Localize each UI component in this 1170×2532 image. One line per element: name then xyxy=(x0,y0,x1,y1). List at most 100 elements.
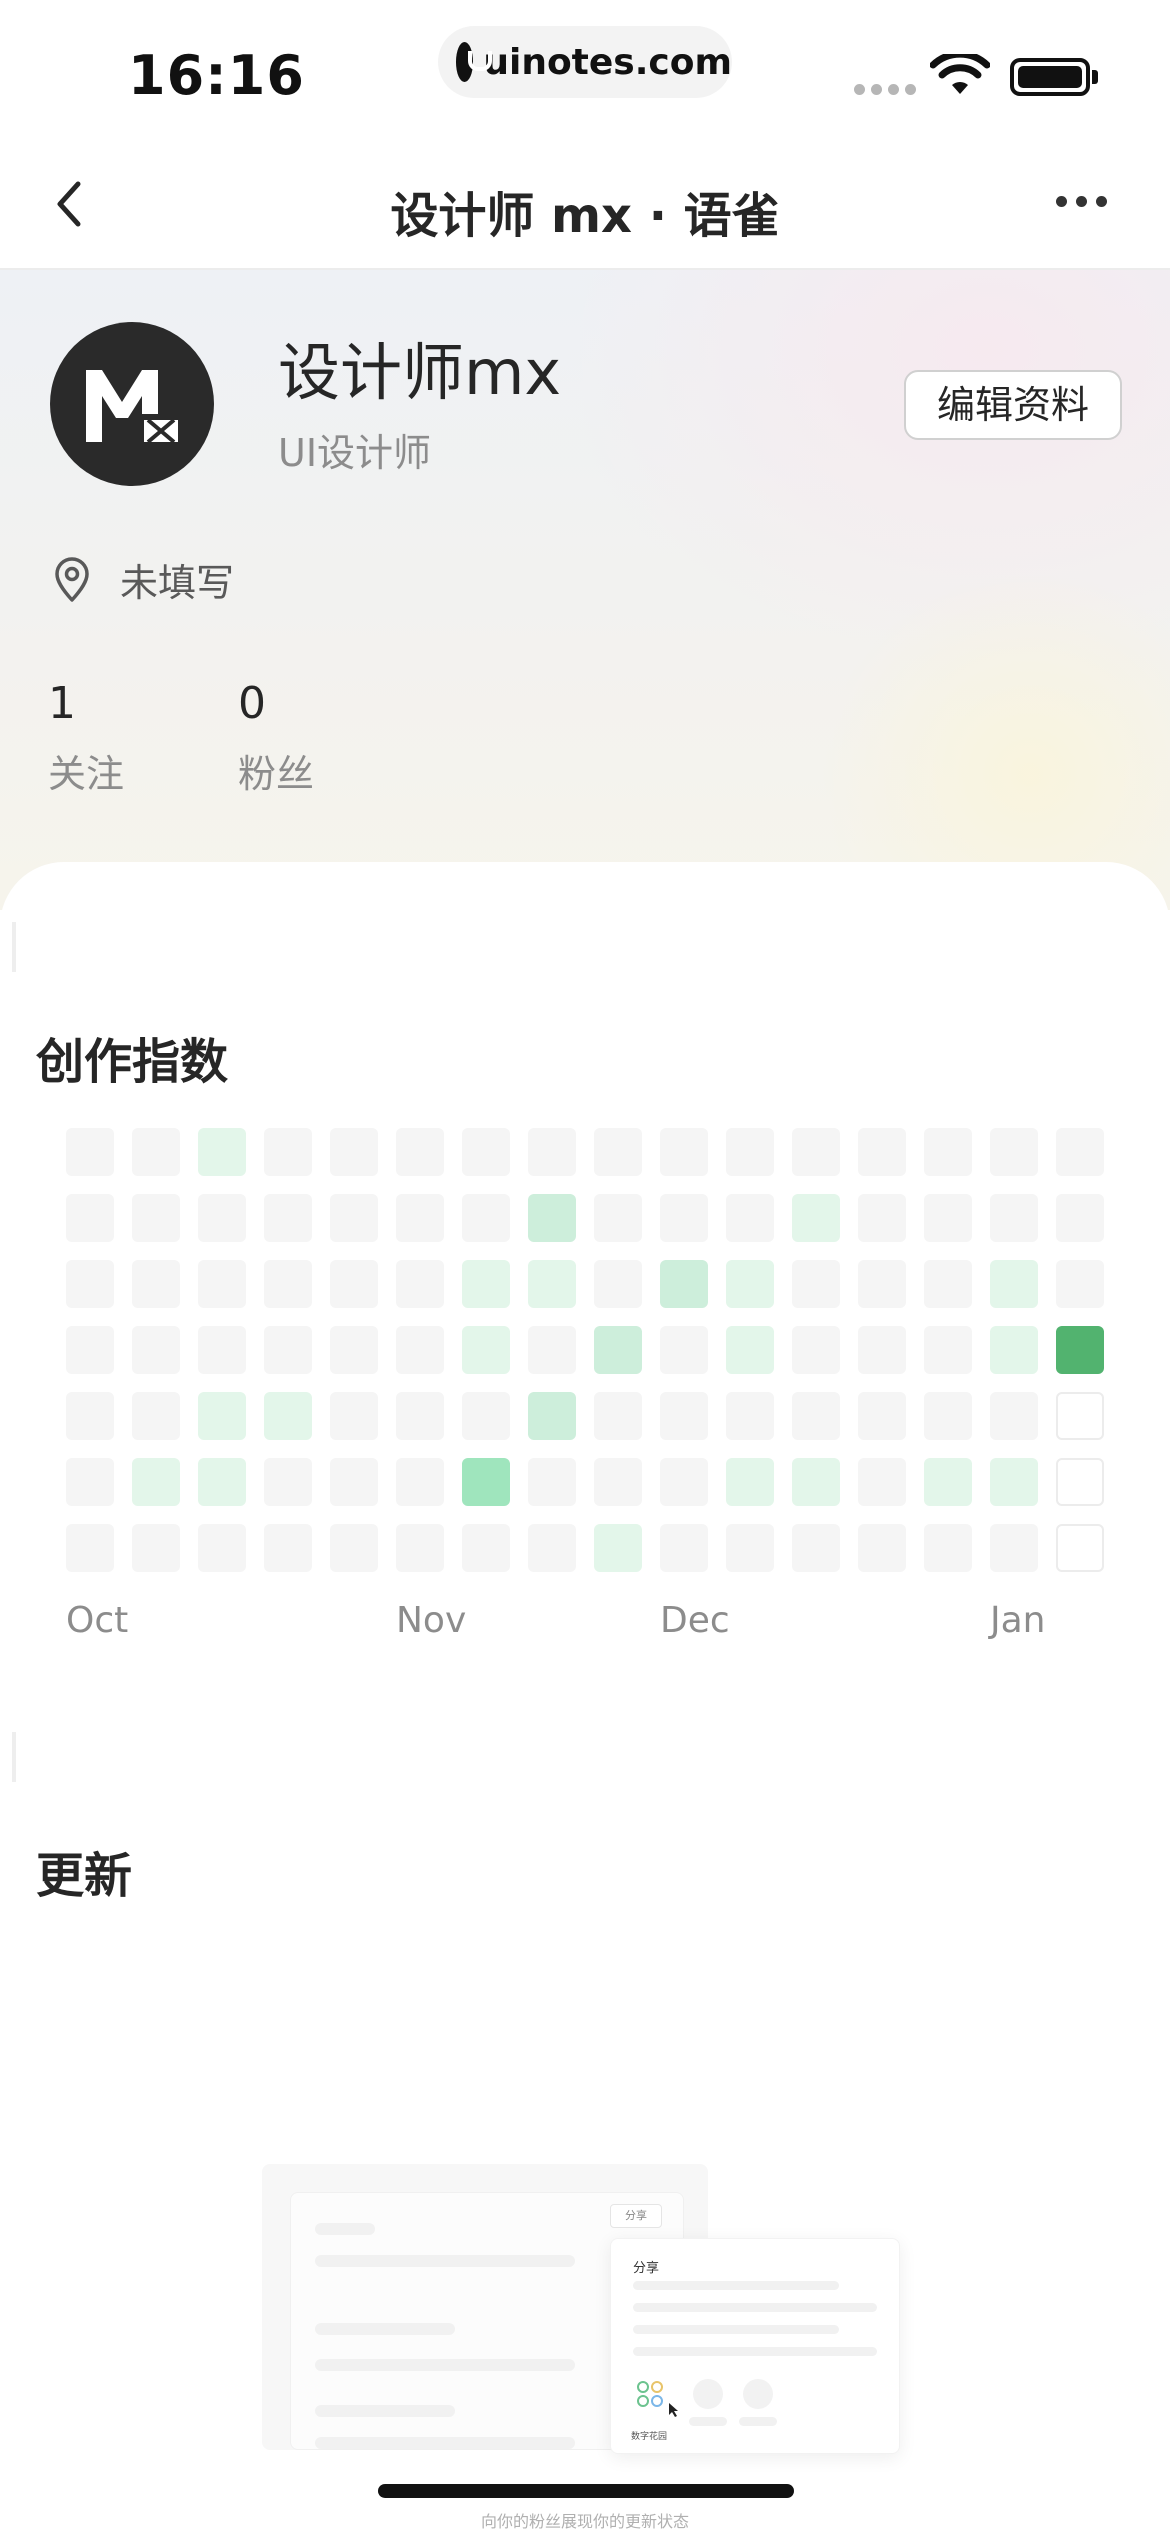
heatmap-cell[interactable] xyxy=(924,1260,972,1308)
heatmap-cell[interactable] xyxy=(462,1524,510,1572)
heatmap-cell[interactable] xyxy=(792,1458,840,1506)
heatmap-cell[interactable] xyxy=(462,1128,510,1176)
heatmap-cell[interactable] xyxy=(198,1326,246,1374)
heatmap-cell[interactable] xyxy=(924,1128,972,1176)
heatmap-cell[interactable] xyxy=(264,1326,312,1374)
heatmap-cell[interactable] xyxy=(462,1458,510,1506)
heatmap-cell[interactable] xyxy=(330,1260,378,1308)
heatmap-cell[interactable] xyxy=(396,1128,444,1176)
heatmap-cell[interactable] xyxy=(396,1392,444,1440)
heatmap-cell[interactable] xyxy=(594,1128,642,1176)
heatmap-cell[interactable] xyxy=(528,1458,576,1506)
heatmap-cell[interactable] xyxy=(924,1458,972,1506)
heatmap-cell[interactable] xyxy=(528,1392,576,1440)
heatmap-cell[interactable] xyxy=(264,1392,312,1440)
heatmap-cell[interactable] xyxy=(396,1326,444,1374)
heatmap-cell[interactable] xyxy=(726,1458,774,1506)
heatmap-cell[interactable] xyxy=(858,1194,906,1242)
heatmap-cell[interactable] xyxy=(330,1392,378,1440)
heatmap-cell[interactable] xyxy=(660,1194,708,1242)
heatmap-cell[interactable] xyxy=(330,1458,378,1506)
heatmap-cell[interactable] xyxy=(1056,1326,1104,1374)
heatmap-cell[interactable] xyxy=(924,1392,972,1440)
heatmap-cell[interactable] xyxy=(990,1524,1038,1572)
heatmap-cell[interactable] xyxy=(726,1326,774,1374)
heatmap-cell[interactable] xyxy=(858,1524,906,1572)
heatmap-cell[interactable] xyxy=(330,1128,378,1176)
heatmap-cell[interactable] xyxy=(198,1260,246,1308)
heatmap-cell[interactable] xyxy=(198,1458,246,1506)
heatmap-cell[interactable] xyxy=(660,1524,708,1572)
heatmap-cell[interactable] xyxy=(264,1194,312,1242)
avatar[interactable] xyxy=(50,322,214,486)
heatmap-cell[interactable] xyxy=(990,1260,1038,1308)
heatmap-cell[interactable] xyxy=(990,1326,1038,1374)
heatmap-cell[interactable] xyxy=(924,1194,972,1242)
following-stat[interactable]: 1 关注 xyxy=(48,678,124,798)
heatmap-cell[interactable] xyxy=(396,1458,444,1506)
heatmap-cell[interactable] xyxy=(990,1194,1038,1242)
heatmap-cell[interactable] xyxy=(66,1194,114,1242)
heatmap-cell[interactable] xyxy=(660,1128,708,1176)
heatmap-cell[interactable] xyxy=(1056,1128,1104,1176)
heatmap-cell[interactable] xyxy=(198,1524,246,1572)
heatmap-cell[interactable] xyxy=(528,1524,576,1572)
heatmap-cell[interactable] xyxy=(792,1194,840,1242)
heatmap-cell[interactable] xyxy=(594,1392,642,1440)
heatmap-cell[interactable] xyxy=(264,1260,312,1308)
heatmap-cell[interactable] xyxy=(396,1524,444,1572)
heatmap-cell[interactable] xyxy=(594,1458,642,1506)
heatmap-cell[interactable] xyxy=(990,1128,1038,1176)
heatmap-cell[interactable] xyxy=(132,1326,180,1374)
heatmap-cell[interactable] xyxy=(660,1458,708,1506)
heatmap-cell[interactable] xyxy=(198,1128,246,1176)
heatmap-cell[interactable] xyxy=(990,1392,1038,1440)
heatmap-cell[interactable] xyxy=(462,1392,510,1440)
heatmap-cell[interactable] xyxy=(594,1260,642,1308)
heatmap-cell[interactable] xyxy=(132,1392,180,1440)
heatmap-cell[interactable] xyxy=(66,1458,114,1506)
heatmap-cell[interactable] xyxy=(132,1524,180,1572)
heatmap-cell[interactable] xyxy=(792,1326,840,1374)
home-indicator[interactable] xyxy=(378,2484,794,2498)
followers-stat[interactable]: 0 粉丝 xyxy=(238,678,314,798)
heatmap-cell[interactable] xyxy=(726,1524,774,1572)
heatmap-cell[interactable] xyxy=(528,1326,576,1374)
more-icon[interactable] xyxy=(1056,196,1107,207)
heatmap-cell[interactable] xyxy=(792,1392,840,1440)
heatmap-cell[interactable] xyxy=(1056,1458,1104,1506)
heatmap-cell[interactable] xyxy=(858,1458,906,1506)
heatmap-cell[interactable] xyxy=(858,1392,906,1440)
heatmap-cell[interactable] xyxy=(198,1194,246,1242)
heatmap-cell[interactable] xyxy=(726,1392,774,1440)
heatmap-cell[interactable] xyxy=(66,1524,114,1572)
heatmap-cell[interactable] xyxy=(330,1194,378,1242)
heatmap-cell[interactable] xyxy=(660,1392,708,1440)
heatmap-cell[interactable] xyxy=(1056,1392,1104,1440)
heatmap-cell[interactable] xyxy=(462,1194,510,1242)
heatmap-cell[interactable] xyxy=(924,1524,972,1572)
heatmap-cell[interactable] xyxy=(66,1326,114,1374)
heatmap-cell[interactable] xyxy=(792,1260,840,1308)
heatmap-cell[interactable] xyxy=(330,1326,378,1374)
heatmap-cell[interactable] xyxy=(528,1194,576,1242)
heatmap-cell[interactable] xyxy=(132,1260,180,1308)
heatmap-cell[interactable] xyxy=(264,1524,312,1572)
heatmap-cell[interactable] xyxy=(858,1128,906,1176)
heatmap-cell[interactable] xyxy=(66,1392,114,1440)
heatmap-cell[interactable] xyxy=(726,1260,774,1308)
heatmap-cell[interactable] xyxy=(924,1326,972,1374)
heatmap-cell[interactable] xyxy=(990,1458,1038,1506)
heatmap-cell[interactable] xyxy=(396,1260,444,1308)
heatmap-cell[interactable] xyxy=(462,1260,510,1308)
heatmap-cell[interactable] xyxy=(726,1128,774,1176)
heatmap-cell[interactable] xyxy=(594,1326,642,1374)
heatmap-cell[interactable] xyxy=(1056,1194,1104,1242)
heatmap-cell[interactable] xyxy=(528,1260,576,1308)
heatmap-cell[interactable] xyxy=(660,1260,708,1308)
heatmap-cell[interactable] xyxy=(132,1194,180,1242)
heatmap-cell[interactable] xyxy=(1056,1524,1104,1572)
heatmap-cell[interactable] xyxy=(264,1458,312,1506)
heatmap-cell[interactable] xyxy=(792,1128,840,1176)
heatmap-cell[interactable] xyxy=(330,1524,378,1572)
